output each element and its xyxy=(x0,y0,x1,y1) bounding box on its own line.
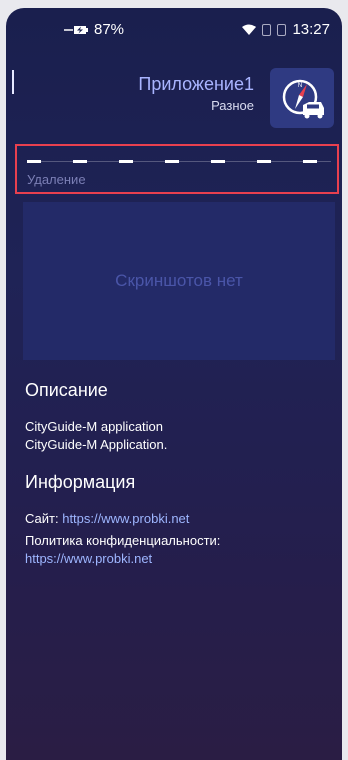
status-bar: 87% 13:27 xyxy=(6,8,342,48)
screenshots-placeholder: Скриншотов нет xyxy=(23,202,335,360)
battery-percent: 87% xyxy=(94,21,125,38)
svg-text:N: N xyxy=(298,83,302,89)
app-name: Приложение1 xyxy=(138,74,254,94)
app-screen: 87% 13:27 Приложение1 Разное N Удаление … xyxy=(6,8,342,760)
privacy-label: Политика конфиденциальности: xyxy=(25,533,221,548)
info-title: Информация xyxy=(25,472,136,492)
sim1-icon xyxy=(262,23,272,36)
sim2-icon xyxy=(277,23,287,36)
screenshots-empty-text: Скриншотов нет xyxy=(115,271,243,290)
status-right: 13:27 xyxy=(242,21,330,38)
app-icon[interactable]: N xyxy=(270,68,334,128)
site-link[interactable]: https://www.probki.net xyxy=(62,511,189,526)
compass-car-icon: N xyxy=(282,79,324,119)
app-category: Разное xyxy=(211,98,254,113)
app-header: Приложение1 Разное N xyxy=(6,64,342,134)
wifi-icon xyxy=(242,24,257,35)
progress-indeterminate-bar xyxy=(27,160,331,163)
text-cursor xyxy=(12,70,14,94)
status-left: 87% xyxy=(64,21,124,38)
description-line-1: CityGuide-M application xyxy=(25,419,164,434)
uninstall-progress: Удаление xyxy=(15,144,339,194)
description-title: Описание xyxy=(25,380,108,400)
description-line-2: CityGuide-M Application. xyxy=(25,437,168,452)
site-label: Сайт: xyxy=(25,511,59,526)
charging-icon xyxy=(64,25,88,34)
progress-label: Удаление xyxy=(27,172,86,187)
privacy-link[interactable]: https://www.probki.net xyxy=(25,550,152,567)
info-site-row: Сайт: https://www.probki.net xyxy=(25,510,189,527)
status-time: 13:27 xyxy=(292,21,330,38)
